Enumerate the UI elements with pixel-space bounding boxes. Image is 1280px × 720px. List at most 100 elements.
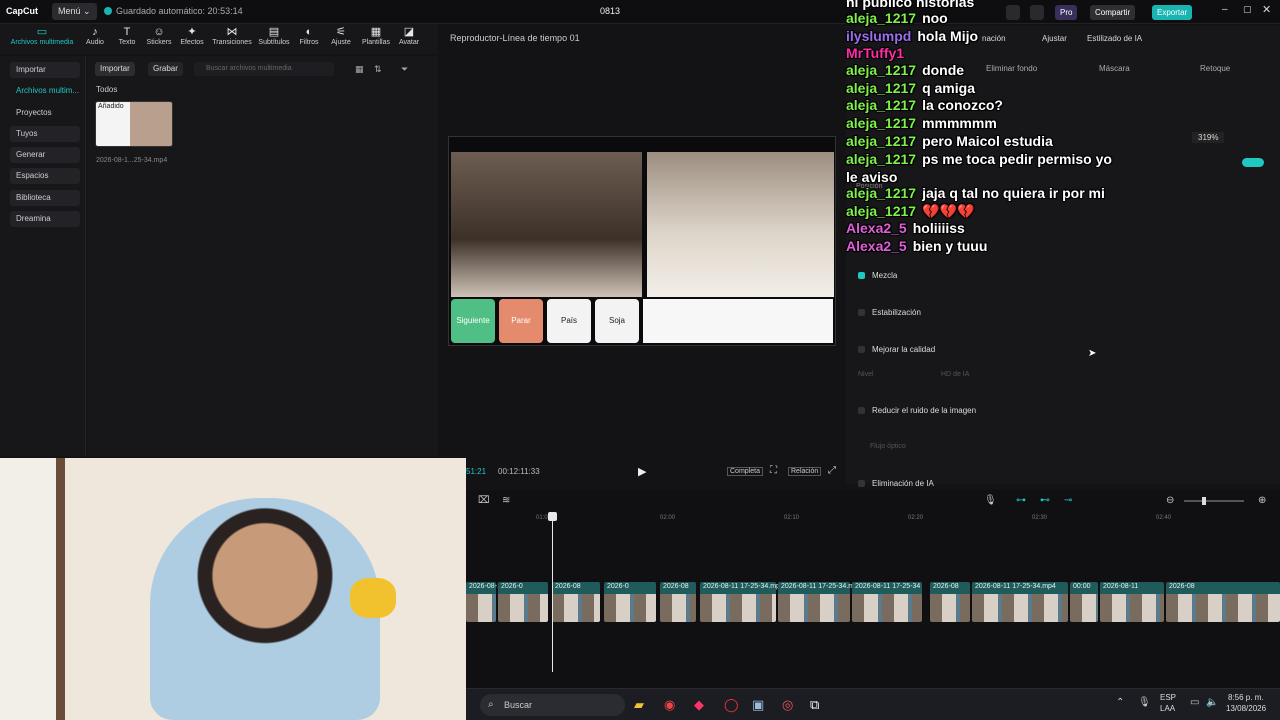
- record-button[interactable]: Grabar: [148, 62, 183, 76]
- playhead-handle[interactable]: [548, 512, 557, 521]
- tray-mic-icon[interactable]: 🎙: [1138, 697, 1151, 708]
- tool-avatar[interactable]: ◪ Avatar: [390, 26, 428, 46]
- sidebar-item-generate[interactable]: Generar: [10, 147, 80, 163]
- filter-icon[interactable]: ⏷: [401, 64, 408, 75]
- volume-icon[interactable]: 🔈: [1206, 697, 1218, 708]
- ratio-button[interactable]: Relación: [788, 467, 822, 476]
- store-icon[interactable]: ▣: [752, 697, 764, 713]
- zoom-slider[interactable]: [1184, 497, 1244, 505]
- chat-text: mmmmmm: [922, 115, 997, 131]
- option-stabilization[interactable]: Estabilización: [858, 308, 921, 317]
- menu-button[interactable]: Menú ⌄: [52, 3, 97, 20]
- tab-retouch[interactable]: Retoque: [1200, 64, 1230, 73]
- media-search-input[interactable]: Buscar archivos multimedia: [194, 62, 334, 76]
- stabilization-checkbox[interactable]: [858, 309, 865, 316]
- denoise-checkbox[interactable]: [858, 407, 865, 414]
- timeline-clip[interactable]: 2026-08: [552, 582, 600, 622]
- split-icon[interactable]: ⌧: [478, 495, 490, 506]
- chat-username: aleja_1217: [846, 203, 917, 219]
- playhead[interactable]: [548, 512, 557, 672]
- timeline-clip[interactable]: 2026-08: [930, 582, 970, 622]
- tool-effects[interactable]: ✦ Efectos: [173, 26, 211, 46]
- timeline-clip[interactable]: 2026-08-11: [1100, 582, 1164, 622]
- audio-wave-icon[interactable]: ≋: [502, 495, 510, 506]
- minimize-icon[interactable]: –: [1222, 4, 1228, 15]
- video-chat-box: [643, 299, 833, 343]
- microphone-icon[interactable]: 🎙: [984, 495, 997, 506]
- language-indicator[interactable]: ESP: [1160, 693, 1176, 702]
- sidebar-item-dreamina[interactable]: Dreamina: [10, 211, 80, 227]
- tool-media[interactable]: ▭ Archivos multimedia: [2, 26, 82, 46]
- chat-username: aleja_1217: [846, 151, 917, 167]
- uniform-scale-toggle[interactable]: [1242, 158, 1264, 167]
- sidebar-item-import[interactable]: Importar: [10, 62, 80, 78]
- filter-all-label: Todos: [96, 85, 118, 94]
- maximize-icon[interactable]: ▢: [1243, 4, 1252, 15]
- sidebar-item-spaces[interactable]: Espacios: [10, 168, 80, 184]
- option-ai-removal[interactable]: Eliminación de IA: [858, 479, 934, 488]
- tool-transitions[interactable]: ⋈ Transiciones: [209, 26, 255, 46]
- timeline-clip[interactable]: 00:00: [1070, 582, 1098, 622]
- chrome-icon[interactable]: ◉: [664, 697, 675, 713]
- tool-subtitles[interactable]: ▤ Subtítulos: [255, 26, 293, 46]
- autosave-status: Guardado automático: 20:53:14: [104, 6, 243, 16]
- taskbar-search[interactable]: ⌕ Buscar: [480, 694, 625, 716]
- effects-icon: ✦: [187, 26, 197, 38]
- option-blend[interactable]: Mezcla: [858, 271, 897, 280]
- keyboard-layout[interactable]: LAA: [1160, 704, 1175, 713]
- timeline-clip[interactable]: 2026-08-11 17-25-34.mp4: [700, 582, 784, 622]
- video-preview[interactable]: Siguiente Parar País Soja: [448, 136, 836, 346]
- enhance-checkbox[interactable]: [858, 346, 865, 353]
- chat-message: ni publico historias: [846, 0, 974, 10]
- preview-axis-icon[interactable]: ⊸: [1064, 495, 1072, 506]
- timeline-clip[interactable]: 2026-08: [1166, 582, 1280, 622]
- grid-view-icon[interactable]: ▦: [355, 64, 364, 75]
- sidebar-item-yours[interactable]: Tuyos: [10, 126, 80, 142]
- zoom-out-icon[interactable]: ⊖: [1166, 495, 1174, 506]
- file-explorer-icon[interactable]: ▰: [634, 697, 644, 713]
- plush-toy: [350, 578, 396, 618]
- media-thumbnail[interactable]: Añadido: [95, 101, 173, 147]
- timeline-clip[interactable]: 2026-08-11: [466, 582, 504, 622]
- chat-message: le aviso: [846, 169, 897, 185]
- ruler-tick: 02:30: [1032, 515, 1048, 521]
- quality-level-select[interactable]: HD de IA: [941, 371, 969, 378]
- zoom-in-icon[interactable]: ⊕: [1258, 495, 1266, 506]
- app-logo: CapCut: [6, 6, 38, 16]
- zoom-slider-handle[interactable]: [1202, 497, 1206, 505]
- timeline-clip[interactable]: 2026-08-11 17-25-34: [852, 582, 922, 622]
- tool-adjust[interactable]: ⚟ Ajuste: [322, 26, 360, 46]
- fit-button[interactable]: Completa: [727, 467, 763, 476]
- tray-arrow-icon[interactable]: ⌃: [1116, 697, 1124, 708]
- opera-icon[interactable]: ◯: [724, 697, 739, 713]
- brave-icon[interactable]: ◆: [694, 697, 704, 713]
- timeline-clip[interactable]: 2026-08: [660, 582, 696, 622]
- fullscreen-icon[interactable]: ⤢: [828, 465, 836, 476]
- clock-date[interactable]: 13/08/2026: [1226, 704, 1266, 713]
- sidebar-item-library[interactable]: Biblioteca: [10, 190, 80, 206]
- blend-checkbox[interactable]: [858, 272, 865, 279]
- monitor-icon[interactable]: ▭: [1190, 697, 1199, 708]
- option-denoise[interactable]: Reducir el ruido de la imagen: [858, 406, 976, 415]
- crop-icon[interactable]: ⛶: [770, 465, 777, 476]
- magnet-icon[interactable]: ⊶: [1016, 495, 1026, 506]
- import-button[interactable]: Importar: [95, 62, 135, 76]
- link-icon[interactable]: ⊷: [1040, 495, 1050, 506]
- obs-icon[interactable]: ◎: [782, 697, 793, 713]
- timeline-clip[interactable]: 2026-08-11 17-25-34.m: [778, 582, 854, 622]
- close-icon[interactable]: ✕: [1262, 3, 1271, 16]
- option-enhance-quality[interactable]: Mejorar la calidad: [858, 345, 935, 354]
- sort-icon[interactable]: ⇅: [374, 64, 382, 75]
- clock-time[interactable]: 8:56 p. m.: [1228, 693, 1264, 702]
- ai-removal-checkbox[interactable]: [858, 480, 865, 487]
- scale-input[interactable]: 319%: [1192, 132, 1225, 143]
- timeline-clip[interactable]: 2026-08-11 17-25-34.mp4: [972, 582, 1068, 622]
- timeline-clip[interactable]: 2026-0: [604, 582, 656, 622]
- sidebar-item-media[interactable]: Archivos multim...: [10, 83, 80, 99]
- timeline-clip[interactable]: 2026-0: [498, 582, 548, 622]
- play-icon[interactable]: ▶: [638, 465, 646, 478]
- autosave-text: Guardado automático: 20:53:14: [116, 6, 243, 16]
- chat-text: le aviso: [846, 169, 898, 185]
- sidebar-item-secondary-projects[interactable]: Proyectos secun...: [10, 105, 80, 133]
- capcut-taskbar-icon[interactable]: ⧉: [810, 697, 819, 713]
